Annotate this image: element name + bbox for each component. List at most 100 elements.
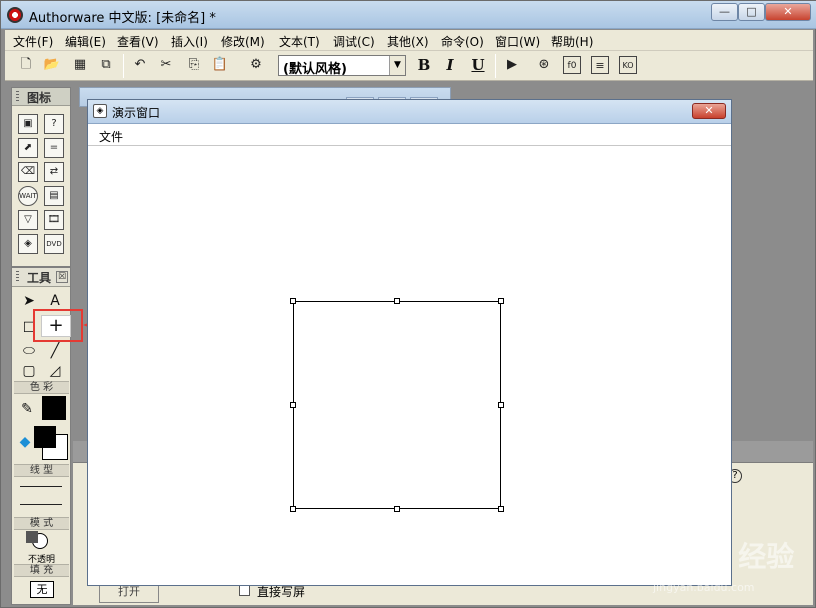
open-icon[interactable]: 📂 [43, 56, 61, 74]
menu-insert[interactable]: 插入(I) [171, 33, 208, 50]
tools-palette-title: 工具 [27, 271, 52, 285]
watermark-text: Bai du 经验 [629, 540, 795, 573]
fill-value-button[interactable]: 无 [30, 581, 54, 598]
menu-bar: 文件(F) 编辑(E) 查看(V) 插入(I) 修改(M) 文本(T) 调试(C… [5, 30, 813, 51]
presentation-close-button[interactable]: ✕ [692, 103, 726, 119]
resize-handle[interactable] [394, 298, 400, 304]
run-icon[interactable]: ▶ [503, 56, 521, 74]
presentation-menu-file[interactable]: 文件 [99, 128, 123, 145]
toolbar: 🗋 📂 ▦ ⧉ ↶ ✂ ⎘ 📋 ⚙ (默认风格) ▼ B I U ▶ ⊛ f0 … [5, 51, 813, 81]
drag-grip-icon[interactable] [16, 271, 19, 282]
drawn-rectangle[interactable] [290, 298, 504, 512]
authorware-logo-icon [7, 7, 23, 23]
presentation-title-bar: ◈ 演示窗口 ✕ [88, 100, 731, 124]
italic-button[interactable]: I [441, 56, 459, 74]
interaction-icon[interactable]: ? [44, 114, 64, 134]
line-style-solid[interactable] [20, 504, 62, 505]
copy-icon[interactable]: ⎘ [185, 56, 203, 74]
drag-grip-icon[interactable] [16, 91, 19, 102]
menu-file[interactable]: 文件(F) [13, 33, 53, 50]
control-panel-icon[interactable]: ⊛ [535, 56, 553, 74]
resize-handle[interactable] [498, 298, 504, 304]
toolbar-separator [123, 54, 124, 78]
display-icon[interactable]: ▣ [18, 114, 38, 134]
resize-handle[interactable] [290, 506, 296, 512]
watermark-subtext: jingyan.baidu.com [653, 581, 755, 594]
variables-icon[interactable]: ≡ [591, 56, 609, 74]
tools-palette-header: 工具 ☒ [12, 268, 70, 287]
resize-handle[interactable] [498, 506, 504, 512]
text-style-value: (默认风格) [283, 62, 347, 77]
color-section-label: 色 彩 [14, 381, 69, 394]
find-icon[interactable]: ⚙ [247, 56, 265, 74]
line-style-dotted[interactable] [20, 486, 62, 487]
menu-view[interactable]: 查看(V) [117, 33, 159, 50]
line-tool-icon[interactable]: ╱ [44, 341, 66, 361]
polygon-tool-icon[interactable]: ◿ [44, 361, 66, 381]
knowledge-objects-icon[interactable]: KO [619, 56, 637, 74]
chevron-down-icon[interactable]: ▼ [389, 56, 405, 75]
oval-tool-icon[interactable]: ⬭ [18, 341, 40, 361]
highlight-annotation [33, 309, 83, 342]
decision-icon[interactable]: ▽ [18, 210, 38, 230]
bold-button[interactable]: B [415, 56, 433, 74]
cut-icon[interactable]: ✂ [157, 56, 175, 74]
movie-icon[interactable]: 🎞 [44, 210, 64, 230]
text-style-select[interactable]: (默认风格) ▼ [278, 55, 406, 77]
minimize-button[interactable]: — [711, 3, 738, 21]
presentation-window: ◈ 演示窗口 ✕ 文件 [87, 99, 732, 586]
resize-handle[interactable] [394, 506, 400, 512]
erase-icon[interactable]: ⌫ [18, 162, 38, 182]
menu-window[interactable]: 窗口(W) [495, 33, 540, 50]
main-window: Authorware 中文版: [未命名] * — □ ✕ 文件(F) 编辑(E… [0, 0, 816, 608]
icons-palette-title: 图标 [27, 91, 52, 105]
title-bar: Authorware 中文版: [未命名] * — □ ✕ [1, 1, 816, 29]
opaque-mode-square [26, 531, 38, 543]
icons-palette-header: 图标 [12, 88, 70, 106]
resize-handle[interactable] [290, 298, 296, 304]
rounded-rectangle-tool-icon[interactable]: ▢ [18, 361, 40, 381]
save-all-icon[interactable]: ▦ [71, 56, 89, 74]
import-icon[interactable]: ⧉ [97, 56, 115, 74]
presentation-window-icon: ◈ [93, 104, 107, 118]
menu-edit[interactable]: 编辑(E) [65, 33, 106, 50]
resize-handle[interactable] [498, 402, 504, 408]
mode-section-label: 模 式 [14, 517, 69, 530]
icons-palette: 图标 ▣ ? ⬈ = ⌫ ⇄ WAIT ▤ ▽ 🎞 ◈ DVD [11, 87, 71, 267]
window-title: Authorware 中文版: [未命名] * [29, 11, 216, 26]
menu-other[interactable]: 其他(X) [387, 33, 429, 50]
tools-close-button[interactable]: ☒ [56, 271, 68, 283]
menu-debug[interactable]: 调试(C) [333, 33, 375, 50]
underline-button[interactable]: U [469, 56, 487, 74]
text-tool-icon[interactable]: A [44, 291, 66, 311]
toolbar-separator [495, 54, 496, 78]
motion-icon[interactable]: ⬈ [18, 138, 38, 158]
sound-icon[interactable]: ◈ [18, 234, 38, 254]
framework-icon[interactable]: ▤ [44, 186, 64, 206]
dvd-icon[interactable]: DVD [44, 234, 64, 254]
close-button[interactable]: ✕ [765, 3, 811, 21]
menu-command[interactable]: 命令(O) [441, 33, 484, 50]
presentation-title: 演示窗口 [112, 106, 161, 120]
calculation-icon[interactable]: = [44, 138, 64, 158]
functions-icon[interactable]: f0 [563, 56, 581, 74]
undo-icon[interactable]: ↶ [131, 56, 149, 74]
resize-handle[interactable] [290, 402, 296, 408]
new-icon[interactable]: 🗋 [17, 56, 35, 74]
line-color-swatch[interactable] [42, 396, 66, 420]
maximize-button[interactable]: □ [738, 3, 765, 21]
wait-icon[interactable]: WAIT [18, 186, 38, 206]
navigate-icon[interactable]: ⇄ [44, 162, 64, 182]
fill-bucket-icon[interactable]: ◆ [14, 432, 36, 452]
foreground-color-swatch[interactable] [34, 426, 56, 448]
paste-icon[interactable]: 📋 [211, 56, 229, 74]
fill-section-label: 填 充 [14, 564, 69, 577]
menu-modify[interactable]: 修改(M) [221, 33, 265, 50]
presentation-menu-bar: 文件 [88, 124, 731, 146]
pointer-tool-icon[interactable]: ➤ [18, 291, 40, 311]
menu-help[interactable]: 帮助(H) [551, 33, 593, 50]
pen-color-icon[interactable]: ✎ [16, 399, 38, 419]
menu-text[interactable]: 文本(T) [279, 33, 320, 50]
line-section-label: 线 型 [14, 464, 69, 477]
direct-to-screen-checkbox[interactable] [239, 585, 250, 596]
